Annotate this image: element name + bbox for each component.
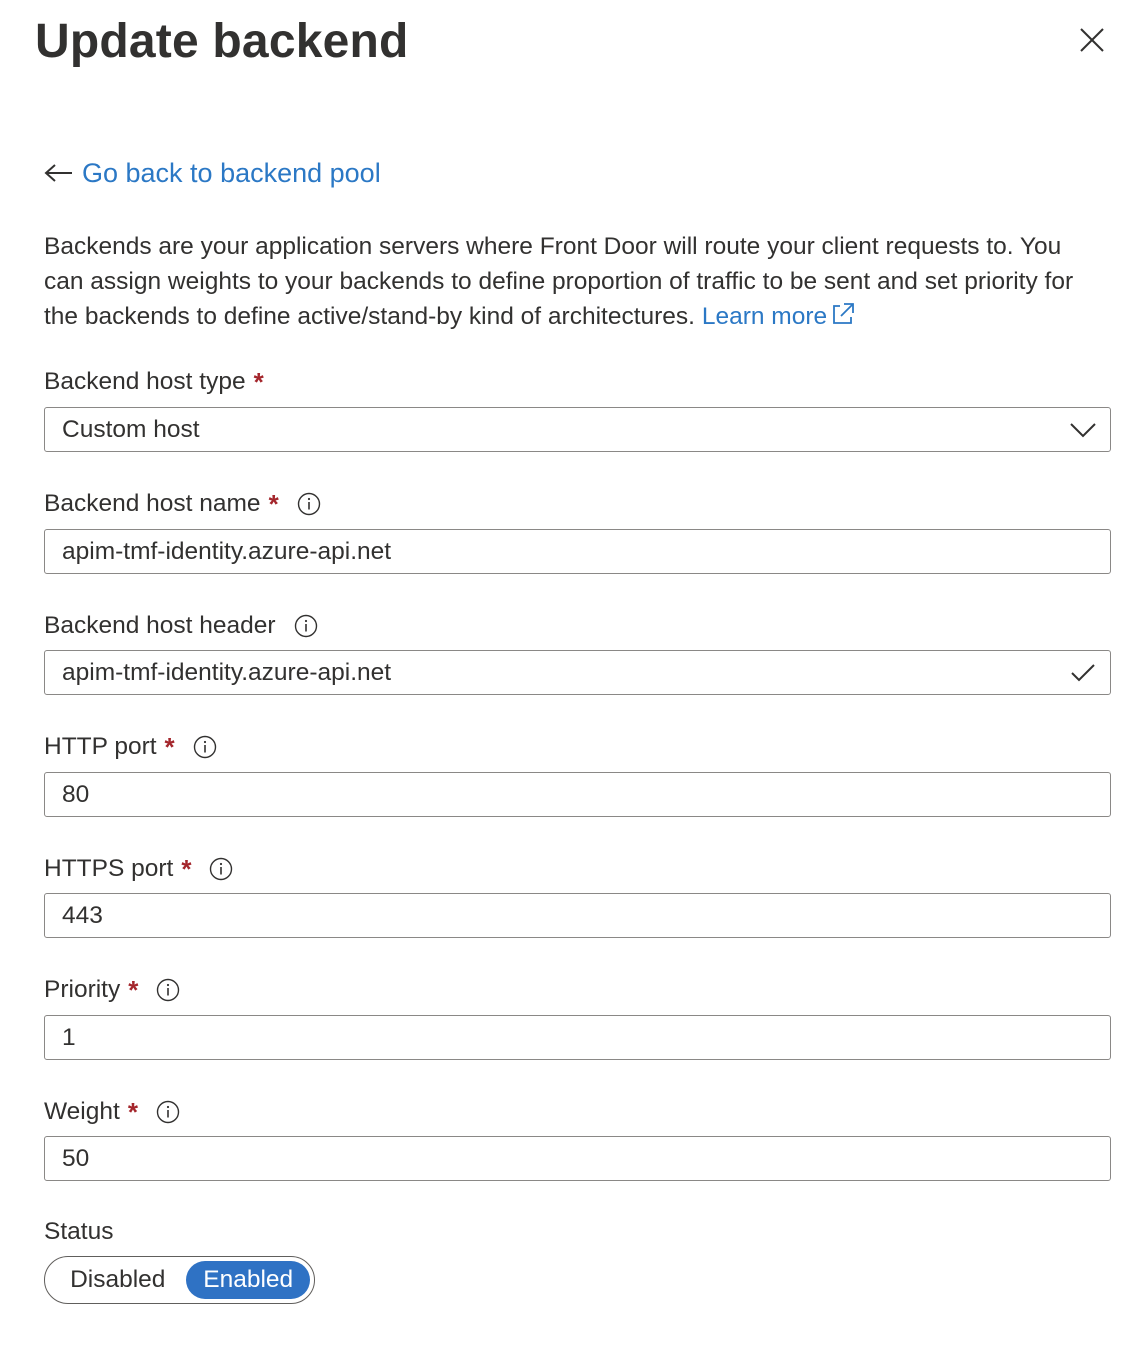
http-port-value: 80 — [62, 780, 90, 808]
host-name-value: apim-tmf-identity.azure-api.net — [62, 537, 392, 565]
learn-more-label: Learn more — [701, 303, 828, 330]
required-mark: * — [128, 975, 139, 1005]
required-mark: * — [253, 367, 264, 397]
description-text: Backends are your application servers wh… — [44, 229, 1104, 334]
required-mark: * — [268, 489, 279, 519]
info-icon[interactable] — [294, 614, 318, 638]
host-header-value: apim-tmf-identity.azure-api.net — [62, 658, 392, 686]
weight-label: Weight * — [44, 1096, 180, 1128]
https-port-input[interactable]: 443 — [44, 893, 1111, 938]
required-mark: * — [127, 1097, 138, 1127]
priority-input[interactable]: 1 — [44, 1015, 1111, 1060]
checkmark-icon — [1066, 658, 1100, 688]
host-header-label-text: Backend host header — [44, 612, 276, 639]
host-type-value: Custom host — [62, 415, 200, 443]
weight-input[interactable]: 50 — [44, 1136, 1111, 1181]
info-icon[interactable] — [297, 492, 321, 516]
info-icon[interactable] — [193, 735, 217, 759]
host-name-label: Backend host name * — [44, 488, 321, 520]
http-port-input[interactable]: 80 — [44, 772, 1111, 817]
status-option-disabled[interactable]: Disabled — [49, 1261, 186, 1299]
priority-label-text: Priority — [44, 976, 121, 1003]
back-to-pool-link[interactable]: Go back to backend pool — [44, 154, 381, 192]
info-icon[interactable] — [156, 1100, 180, 1124]
host-type-label-text: Backend host type — [44, 368, 246, 395]
priority-label: Priority * — [44, 974, 180, 1006]
host-header-input[interactable]: apim-tmf-identity.azure-api.net — [44, 650, 1111, 695]
required-mark: * — [181, 854, 192, 884]
close-button[interactable] — [1070, 22, 1114, 62]
https-port-value: 443 — [62, 901, 103, 929]
host-header-label: Backend host header — [44, 610, 318, 642]
required-mark: * — [164, 732, 175, 762]
priority-value: 1 — [62, 1023, 76, 1051]
status-label-text: Status — [44, 1218, 114, 1245]
status-option-enabled[interactable]: Enabled — [186, 1261, 310, 1299]
info-icon[interactable] — [156, 978, 180, 1002]
close-icon — [1079, 27, 1105, 58]
host-name-input[interactable]: apim-tmf-identity.azure-api.net — [44, 529, 1111, 574]
https-port-label: HTTPS port * — [44, 853, 233, 885]
http-port-label-text: HTTP port — [44, 733, 157, 760]
https-port-label-text: HTTPS port — [44, 855, 174, 882]
status-toggle[interactable]: Disabled Enabled — [44, 1256, 315, 1304]
panel-title: Update backend — [35, 15, 409, 68]
description-body: Backends are your application servers wh… — [44, 233, 1074, 330]
host-type-label: Backend host type * — [44, 366, 264, 398]
back-link-label: Go back to backend pool — [82, 157, 381, 188]
arrow-left-icon — [44, 163, 74, 183]
host-name-label-text: Backend host name — [44, 490, 261, 517]
info-icon[interactable] — [209, 857, 233, 881]
external-link-icon — [833, 303, 855, 324]
chevron-down-icon — [1066, 415, 1100, 445]
host-type-dropdown[interactable]: Custom host — [44, 407, 1111, 452]
weight-value: 50 — [62, 1144, 90, 1172]
weight-label-text: Weight — [44, 1098, 120, 1125]
http-port-label: HTTP port * — [44, 731, 217, 763]
status-label: Status — [44, 1216, 113, 1248]
learn-more-link[interactable]: Learn more — [702, 303, 855, 330]
